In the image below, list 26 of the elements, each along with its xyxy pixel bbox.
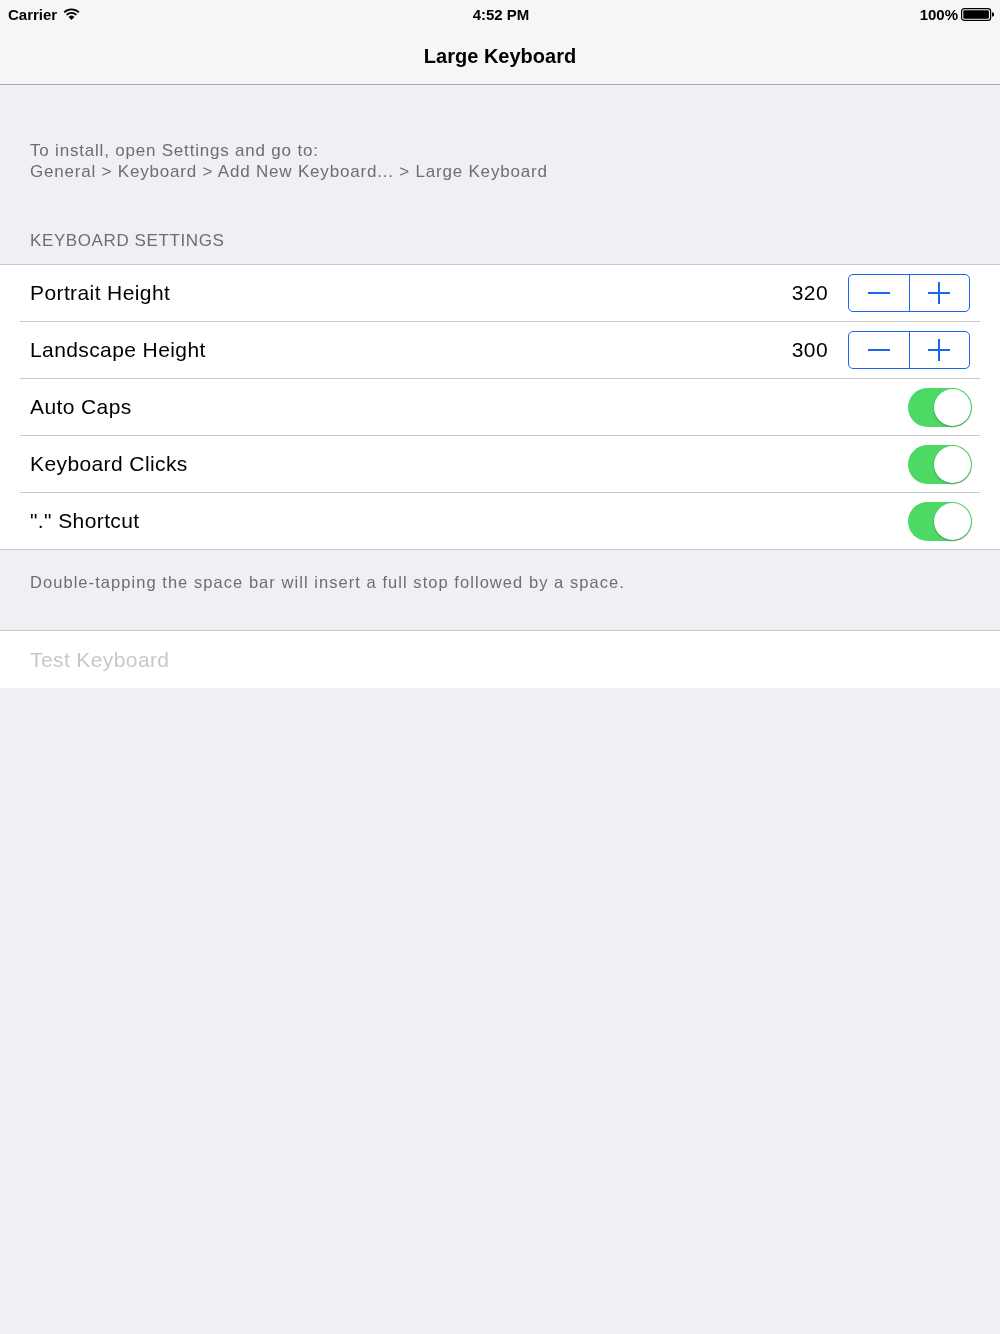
carrier-name: Carrier [8,5,58,23]
wifi-icon [63,8,81,20]
toggle-switch[interactable] [908,501,972,541]
setting-label: Portrait Height [30,281,172,305]
stepper[interactable] [848,331,970,369]
height-value: 320 [791,281,828,305]
test-keyboard-field[interactable]: Test Keyboard [0,630,1000,688]
setting-label: "." Shortcut [30,509,141,533]
toggle-switch[interactable] [908,444,972,484]
stepper[interactable] [848,274,970,312]
battery-icon [961,7,994,21]
install-instructions: To install, open Settings and go to: General > Keyboard > Add New Keyboard... > Large Keyboard [30,140,548,182]
minus-icon [867,349,890,351]
minus-icon [867,292,890,294]
section-footer: Double-tapping the space bar will insert a full stop followed by a space. [30,573,625,591]
height-value: 300 [791,338,828,362]
setting-label: Keyboard Clicks [30,452,189,476]
toggle-switch[interactable] [908,387,972,427]
setting-label: Landscape Height [30,338,207,362]
plus-icon [928,339,951,361]
setting-label: Auto Caps [30,395,133,419]
battery-percentage: 100% [919,5,958,23]
nav-title: Large Keyboard [423,44,577,68]
plus-icon [928,282,951,304]
section-header: KEYBOARD SETTINGS [30,231,225,250]
status-time: 4:52 PM [472,5,530,23]
